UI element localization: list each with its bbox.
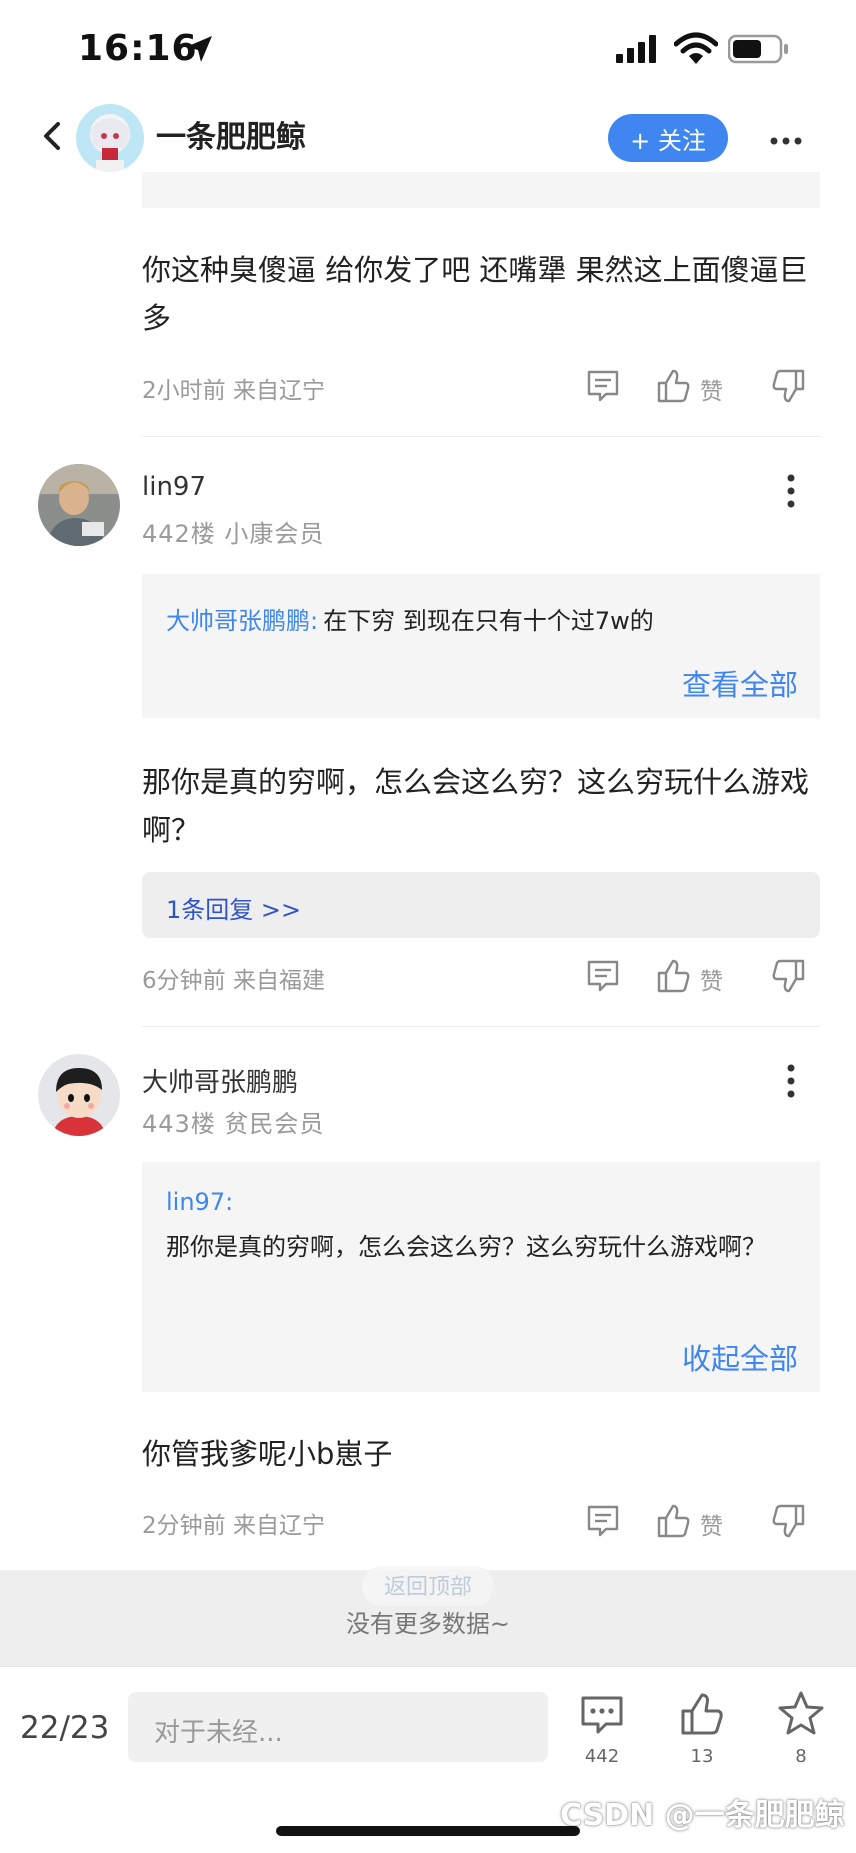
comment-input-placeholder[interactable]: 对于未经... [154,1712,283,1749]
status-time: 16:16 [78,28,198,69]
user-avatar[interactable] [38,1054,120,1136]
comment-meta: 2分钟前 来自辽宁 [142,1513,325,1539]
reply-icon[interactable] [586,368,620,404]
like-icon[interactable] [656,368,690,404]
username[interactable]: 大帅哥张鹏鹏 [142,1062,298,1099]
floor-level: 442楼 小康会员 [142,520,325,548]
divider [142,1026,820,1027]
replies-link[interactable]: 1条回复 >> [166,890,301,925]
quote-line: 大帅哥张鹏鹏: 在下穷 到现在只有十个过7w的 [166,600,806,642]
comment-content: 你管我爹呢小b崽子 [142,1437,393,1471]
vertical-more-icon[interactable] [786,1064,796,1098]
user-avatar[interactable] [38,464,120,546]
quote-card: lin97: 那你是真的穷啊，怎么会这么穷？这么穷玩什么游戏啊？ 收起全部 [142,1162,820,1392]
comment-actions: 赞 [586,1503,820,1543]
username[interactable]: lin97 [142,472,206,502]
quote-text: 那你是真的穷啊，怎么会这么穷？这么穷玩什么游戏啊？ [166,1233,766,1261]
view-all-link[interactable]: 查看全部 [682,662,798,704]
divider [142,436,820,437]
collapse-all-link[interactable]: 收起全部 [682,1336,798,1378]
back-arrow-icon[interactable] [40,118,64,154]
more-options-icon[interactable] [770,136,802,146]
home-indicator [276,1826,580,1836]
vertical-more-icon[interactable] [786,474,796,508]
cellular-signal-icon [616,35,656,63]
follow-button[interactable]: + 关注 [608,114,728,162]
reply-icon[interactable] [586,1503,620,1539]
like-label[interactable]: 赞 [700,962,723,996]
like-label[interactable]: 赞 [700,1507,723,1541]
like-icon[interactable] [656,958,690,994]
replies-box[interactable]: 1条回复 >> [142,872,820,938]
header-username[interactable]: 一条肥肥鲸 [156,112,306,156]
dislike-icon[interactable] [772,1503,806,1539]
quote-text: 在下穷 到现在只有十个过7w的 [323,607,654,635]
previous-quote-card [142,172,820,208]
comment-meta: 2小时前 来自辽宁 [142,378,325,404]
comment-content: 那你是真的穷啊，怎么会这么穷？这么穷玩什么游戏啊？ [142,765,810,847]
reply-icon[interactable] [586,958,620,994]
watermark: CSDN @一条肥肥鲸 [560,1798,845,1833]
dislike-icon[interactable] [772,368,806,404]
comment-meta: 6分钟前 来自福建 [142,968,325,994]
no-more-data-text: 没有更多数据~ [345,1610,511,1638]
dislike-icon[interactable] [772,958,806,994]
quote-card: 大帅哥张鹏鹏: 在下穷 到现在只有十个过7w的 查看全部 [142,574,820,718]
star-count: 8 [795,1746,807,1767]
like-icon[interactable] [680,1692,724,1736]
location-arrow-icon [186,36,212,62]
star-icon[interactable] [778,1690,824,1736]
back-to-top-button[interactable]: 返回顶部 [362,1566,494,1606]
like-label[interactable]: 赞 [700,372,723,406]
page-indicator[interactable]: 22/23 [20,1710,109,1746]
comment-content: 你这种臭傻逼 给你发了吧 还嘴犟 果然这上面傻逼巨多 [142,253,808,335]
floor-level: 443楼 贫民会员 [142,1110,325,1138]
quote-author-link[interactable]: 大帅哥张鹏鹏: [166,607,318,635]
like-count: 13 [690,1746,714,1767]
quote-author-link[interactable]: lin97: [166,1188,233,1216]
comment-count: 442 [584,1746,620,1767]
comment-icon[interactable] [580,1694,624,1736]
comment-actions: 赞 [586,958,820,998]
battery-icon [728,34,788,64]
wifi-icon [674,32,718,64]
header-avatar[interactable] [76,104,144,172]
comment-actions: 赞 [586,368,820,408]
like-icon[interactable] [656,1503,690,1539]
